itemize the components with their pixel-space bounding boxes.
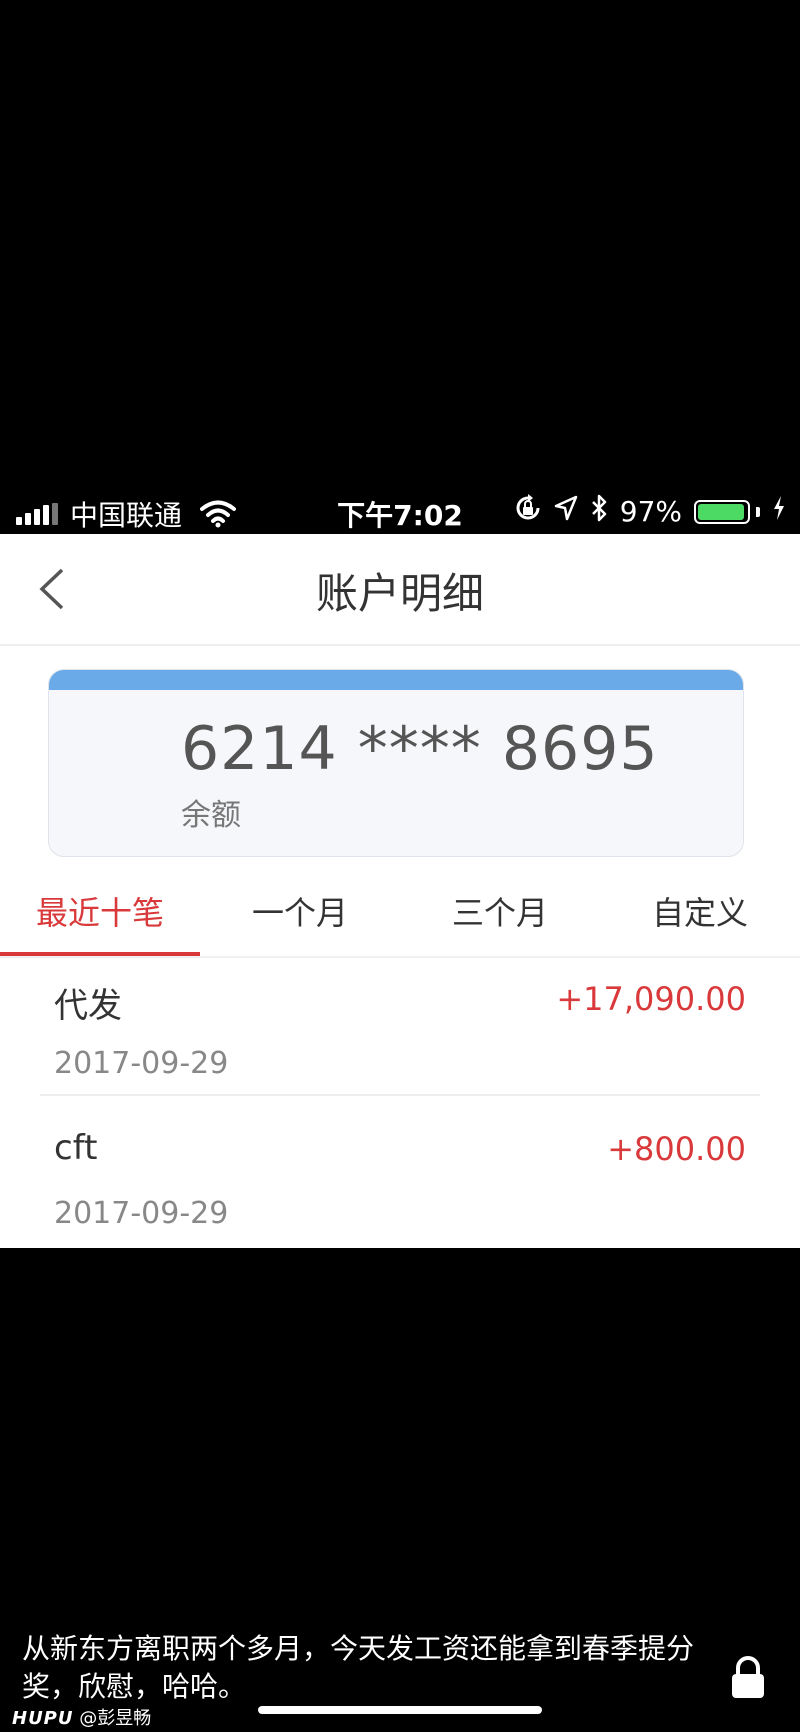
tab-three-months[interactable]: 三个月 xyxy=(400,874,600,956)
transaction-row[interactable]: 代发 +17,090.00 2017-09-29 xyxy=(0,958,800,1108)
transaction-desc: 代发 xyxy=(54,986,122,1026)
lock-icon[interactable] xyxy=(728,1656,768,1700)
rotation-lock-icon xyxy=(514,494,542,529)
account-detail-screen: 账户明细 6214 **** 8695 余额 最近十笔 一个月 三个月 自定义 … xyxy=(0,534,800,1248)
tab-one-month[interactable]: 一个月 xyxy=(200,874,400,956)
battery-percent: 97% xyxy=(619,495,682,528)
transaction-date: 2017-09-29 xyxy=(54,1046,229,1081)
transaction-amount: +800.00 xyxy=(607,1130,746,1168)
transaction-desc: cft xyxy=(54,1128,98,1168)
bluetooth-icon xyxy=(590,494,608,529)
page-title: 账户明细 xyxy=(315,569,484,618)
card-number: 6214 **** 8695 xyxy=(181,714,659,784)
tab-custom[interactable]: 自定义 xyxy=(600,874,800,956)
watermark: HUPU @彭昱畅 xyxy=(12,1704,151,1730)
location-icon xyxy=(554,495,578,528)
post-caption: 从新东方离职两个多月，今天发工资还能拿到春季提分奖，欣慰，哈哈。 xyxy=(22,1632,695,1703)
active-tab-underline xyxy=(0,952,200,956)
period-tabs: 最近十笔 一个月 三个月 自定义 xyxy=(0,874,800,958)
row-divider xyxy=(40,1094,760,1096)
charging-icon xyxy=(772,495,786,528)
watermark-user: @彭昱畅 xyxy=(79,1708,152,1729)
tab-recent-ten[interactable]: 最近十笔 xyxy=(0,874,200,956)
status-right: 97% xyxy=(514,494,786,529)
balance-label: 余额 xyxy=(181,798,241,833)
transaction-amount: +17,090.00 xyxy=(556,980,746,1018)
battery-icon xyxy=(694,499,760,524)
card-accent-bar xyxy=(49,670,743,690)
nav-bar: 账户明细 xyxy=(0,534,800,646)
bank-card: 6214 **** 8695 余额 xyxy=(48,669,744,857)
status-bar: 中国联通 下午7:02 97% xyxy=(0,486,800,534)
transaction-date: 2017-09-29 xyxy=(54,1196,229,1231)
transaction-row[interactable]: cft +800.00 2017-09-29 xyxy=(0,1108,800,1258)
home-indicator[interactable] xyxy=(258,1706,542,1714)
watermark-brand: HUPU xyxy=(12,1708,74,1729)
